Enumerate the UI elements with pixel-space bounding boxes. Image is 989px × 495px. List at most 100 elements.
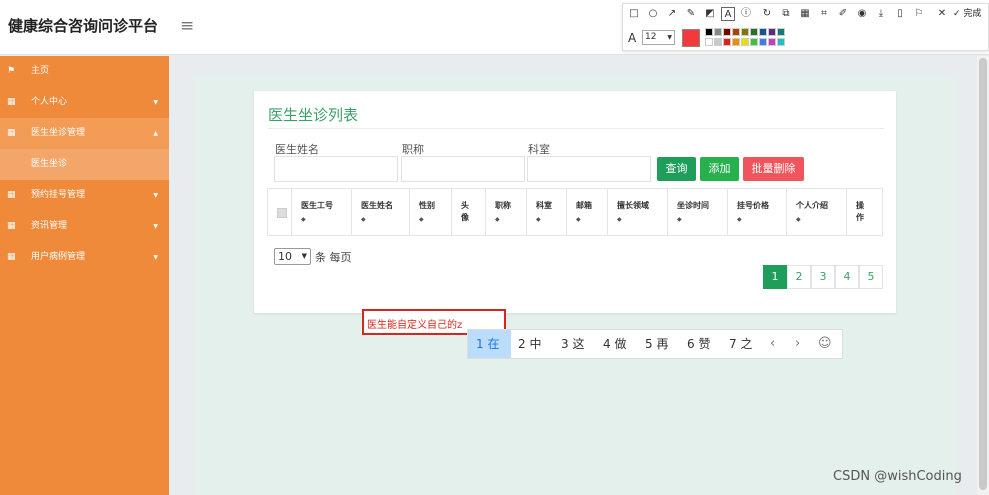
snip-toolbar: □ ○ ↗ ✎ ◩ A ⓘ ↻ ⧉ ▦ ⌗ ✐ ◉ ⤓ ▯ ⚐ ✕ ✓ 完成 A… (622, 3, 989, 51)
done-button[interactable]: ✓ 完成 (953, 7, 981, 21)
ocr-icon[interactable]: ▦ (798, 7, 812, 21)
pagination-page-5[interactable]: 5 (859, 265, 883, 289)
copy-icon[interactable]: ⧉ (779, 7, 793, 21)
menu-icon[interactable]: ≡ (180, 16, 194, 36)
divider (268, 128, 884, 129)
table-header: 操作 (847, 189, 882, 235)
rectangle-tool-icon[interactable]: □ (627, 7, 641, 21)
sidebar-item-label: 用户病例管理 (31, 252, 86, 262)
ime-candidate[interactable]: 5 再 (645, 330, 668, 358)
table-header-label: 职称 (495, 201, 511, 210)
color-swatch[interactable] (759, 28, 767, 36)
bookmark-icon[interactable]: ⚐ (912, 7, 926, 21)
current-color-swatch[interactable] (682, 29, 700, 47)
color-swatch[interactable] (750, 28, 758, 36)
color-swatch[interactable] (714, 28, 722, 36)
text-tool-icon[interactable]: A (721, 7, 735, 21)
sidebar-item-case-management[interactable]: ▦ 用户病例管理 ▼ (0, 242, 169, 273)
sidebar-item-personal-center[interactable]: ▦ 个人中心 ▼ (0, 87, 169, 118)
color-swatch[interactable] (768, 28, 776, 36)
color-swatch[interactable] (741, 38, 749, 46)
add-button[interactable]: 添加 (700, 157, 739, 181)
table-header[interactable]: 挂号价格 ◆ (728, 189, 787, 235)
color-swatch[interactable] (705, 38, 713, 46)
color-swatch[interactable] (732, 38, 740, 46)
color-swatch[interactable] (777, 38, 785, 46)
watermark: CSDN @wishCoding (833, 469, 962, 484)
table-header[interactable]: 擅长领域 ◆ (608, 189, 668, 235)
font-size-select[interactable]: 12 ▼ (642, 30, 675, 45)
table-header[interactable]: 个人介绍 ◆ (787, 189, 847, 235)
color-swatch[interactable] (777, 28, 785, 36)
table-header[interactable]: 坐诊时间 ◆ (668, 189, 728, 235)
chevron-down-icon: ▼ (301, 252, 307, 260)
ime-candidate[interactable]: 2 中 (518, 330, 541, 358)
chevron-down-icon: ▼ (153, 223, 158, 230)
color-swatch[interactable] (768, 38, 776, 46)
query-button[interactable]: 查询 (657, 157, 696, 181)
table-header[interactable]: 职称 ◆ (486, 189, 527, 235)
close-icon[interactable]: ✕ (935, 7, 949, 21)
sidebar-item-doctor-consult-management[interactable]: ▦ 医生坐诊管理 ▲ (0, 118, 169, 149)
color-swatch[interactable] (723, 38, 731, 46)
sort-icon: ◆ (796, 216, 801, 223)
select-all-checkbox[interactable] (277, 208, 287, 218)
download-icon[interactable]: ⤓ (874, 7, 888, 21)
undo-icon[interactable]: ↻ (760, 7, 774, 21)
department-label: 科室 (528, 143, 550, 156)
ime-candidate[interactable]: 1 在 (468, 330, 511, 358)
sidebar-item-appointment-management[interactable]: ▦ 预约挂号管理 ▼ (0, 180, 169, 211)
color-swatch[interactable] (741, 28, 749, 36)
info-tool-icon[interactable]: ⓘ (739, 7, 753, 21)
title-input[interactable] (401, 156, 525, 182)
color-swatch[interactable] (759, 38, 767, 46)
page-size-select[interactable]: 10 ▼ (274, 248, 311, 265)
sidebar-item-home[interactable]: ⚑ 主页 (0, 56, 169, 87)
ime-candidate[interactable]: 3 这 (561, 330, 584, 358)
sort-icon: ◆ (737, 216, 742, 223)
table-header-label: 擅长领域 (617, 201, 649, 210)
table-header[interactable]: 性别 ◆ (410, 189, 452, 235)
color-swatch[interactable] (750, 38, 758, 46)
arrow-tool-icon[interactable]: ↗ (665, 7, 679, 21)
pagination-page-2[interactable]: 2 (787, 265, 811, 289)
color-swatch[interactable] (705, 28, 713, 36)
sidebar-subitem-doctor-consult[interactable]: 医生坐诊 (0, 149, 169, 180)
doctor-name-input[interactable] (274, 156, 398, 182)
table-header-label: 操作 (856, 201, 864, 222)
translate-icon[interactable]: ✐ (836, 7, 850, 21)
pagination-page-3[interactable]: 3 (811, 265, 835, 289)
record-icon[interactable]: ◉ (855, 7, 869, 21)
scan-icon[interactable]: ⌗ (817, 7, 831, 21)
color-swatch[interactable] (732, 28, 740, 36)
ime-candidate[interactable]: 4 做 (603, 330, 626, 358)
sidebar-item-news-management[interactable]: ▦ 资讯管理 ▼ (0, 211, 169, 242)
chevron-down-icon: ▼ (153, 254, 158, 261)
table-header[interactable]: 科室 ◆ (527, 189, 567, 235)
mosaic-tool-icon[interactable]: ◩ (703, 7, 717, 21)
table-header[interactable]: 医生工号 ◆ (292, 189, 352, 235)
pagination-page-1[interactable]: 1 (763, 265, 787, 289)
ellipse-tool-icon[interactable]: ○ (646, 7, 660, 21)
table-header[interactable]: 医生姓名 ◆ (352, 189, 410, 235)
chevron-right-icon[interactable]: › (795, 330, 800, 358)
pagination-page-4[interactable]: 4 (835, 265, 859, 289)
ime-candidate[interactable]: 6 赞 (687, 330, 710, 358)
emoji-icon[interactable]: ☺ (818, 330, 832, 358)
color-swatch[interactable] (723, 28, 731, 36)
grid-icon: ▦ (7, 252, 16, 262)
sort-icon: ◆ (617, 216, 622, 223)
batch-delete-button[interactable]: 批量删除 (743, 157, 804, 181)
color-swatch[interactable] (714, 38, 722, 46)
sidebar-item-label: 主页 (31, 66, 50, 76)
ime-candidate[interactable]: 7 之 (729, 330, 752, 358)
table-header[interactable]: 头像 (452, 189, 486, 235)
pen-tool-icon[interactable]: ✎ (684, 7, 698, 21)
pin-icon[interactable]: ▯ (893, 7, 907, 21)
chevron-down-icon: ▼ (153, 99, 158, 106)
table-header-label: 挂号价格 (737, 201, 769, 210)
chevron-left-icon[interactable]: ‹ (770, 330, 775, 358)
scrollbar-thumb[interactable] (979, 58, 987, 490)
department-input[interactable] (527, 156, 651, 182)
table-header[interactable]: 邮箱 ◆ (567, 189, 608, 235)
